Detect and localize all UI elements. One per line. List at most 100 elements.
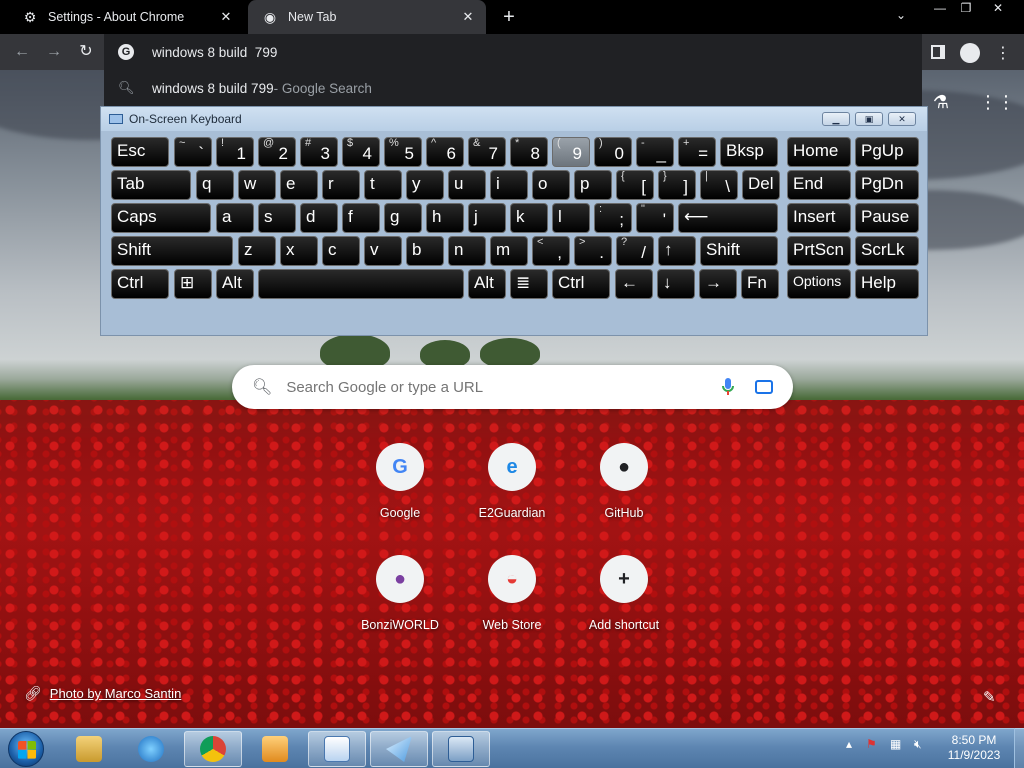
apps-grid-icon[interactable]: ⋮⋮ [979,92,1015,114]
microphone-icon[interactable] [721,378,735,396]
osk-key-w[interactable]: w [238,170,276,200]
osk-key-del[interactable]: Del [742,170,780,200]
osk-key-x[interactable]: x [280,236,318,266]
show-hidden-icons[interactable]: ▴ [846,737,852,751]
profile-avatar[interactable] [960,43,980,63]
osk-key-symbol[interactable]: ← [615,269,653,299]
osk-key-symbol[interactable]: <, [532,236,570,266]
osk-key-symbol[interactable]: → [699,269,737,299]
shortcut-tile[interactable]: e E2Guardian [456,443,568,543]
osk-key-symbol[interactable]: >. [574,236,612,266]
osk-key-symbol[interactable]: ! 1 [216,137,254,167]
osk-key-ctrl[interactable]: Ctrl [552,269,610,299]
taskbar-file-explorer[interactable] [60,731,118,767]
tab-search-chevron-icon[interactable]: ⌄ [896,8,906,22]
osk-key-symbol[interactable]: * 8 [510,137,548,167]
osk-key-g[interactable]: g [384,203,422,233]
osk-key-symbol[interactable]: }] [658,170,696,200]
osk-key-caps[interactable]: Caps [111,203,211,233]
osk-key-esc[interactable]: Esc [111,137,169,167]
action-center-flag-icon[interactable]: ⚑ [866,737,877,751]
close-tab-icon[interactable]: ✕ [218,9,234,25]
shortcut-tile[interactable]: ◒ Web Store [456,555,568,655]
osk-key-scrlk[interactable]: ScrLk [855,236,919,266]
osk-key-home[interactable]: Home [787,137,851,167]
osk-key-symbol[interactable]: #3 [300,137,338,167]
omnibox-suggestion[interactable]: 🔍︎ windows 8 build 799 - Google Search [104,70,922,106]
osk-key-r[interactable]: r [322,170,360,200]
osk-titlebar[interactable]: On-Screen Keyboard [101,107,927,131]
shortcut-tile[interactable]: G Google [344,443,456,543]
reload-button[interactable]: ↻ [76,42,96,62]
close-tab-icon[interactable]: ✕ [460,9,476,25]
osk-key-space[interactable] [258,269,464,299]
osk-key-symbol[interactable]: ≣ [510,269,548,299]
osk-key-symbol[interactable]: ) 0 [594,137,632,167]
osk-key-symbol[interactable]: (9 [552,137,590,167]
osk-key-symbol[interactable]: + = [678,137,716,167]
osk-key-a[interactable]: a [216,203,254,233]
osk-key-symbol[interactable]: ↓ [657,269,695,299]
osk-key-alt[interactable]: Alt [468,269,506,299]
osk-minimize-button[interactable]: ▁ [822,112,850,126]
osk-key-symbol[interactable]: ? / [616,236,654,266]
labs-flask-icon[interactable]: ⚗ [930,92,952,114]
osk-key-symbol[interactable]: % 5 [384,137,422,167]
osk-key-symbol[interactable]: $4 [342,137,380,167]
taskbar-internet-explorer[interactable] [122,731,180,767]
tab-settings-about-chrome[interactable]: ⚙ Settings - About Chrome ✕ [8,0,244,34]
new-tab-button[interactable]: + [498,6,520,28]
taskbar-paper-plane-app[interactable] [370,731,428,767]
menu-kebab-icon[interactable]: ⋮ [994,43,1012,62]
osk-key-y[interactable]: y [406,170,444,200]
osk-key-k[interactable]: k [510,203,548,233]
tab-new-tab[interactable]: ◉ New Tab ✕ [248,0,486,34]
osk-key-o[interactable]: o [532,170,570,200]
customize-pencil-icon[interactable]: ✎ [983,688,996,706]
osk-key-l[interactable]: l [552,203,590,233]
osk-key-q[interactable]: q [196,170,234,200]
side-panel-icon[interactable] [929,43,947,61]
osk-key-alt[interactable]: Alt [216,269,254,299]
osk-key-symbol[interactable]: ~ ` [174,137,212,167]
osk-key-symbol[interactable]: @2 [258,137,296,167]
osk-key-symbol[interactable]: " ' [636,203,674,233]
osk-key-ctrl[interactable]: Ctrl [111,269,169,299]
start-button[interactable] [8,731,44,767]
osk-key-symbol[interactable]: ^ 6 [426,137,464,167]
taskbar-wordpad[interactable] [308,731,366,767]
osk-key-pause[interactable]: Pause [855,203,919,233]
osk-key-n[interactable]: n [448,236,486,266]
taskbar-media-player[interactable] [246,731,304,767]
shortcut-tile[interactable]: ● BonziWORLD [344,555,456,655]
osk-key-m[interactable]: m [490,236,528,266]
address-bar[interactable]: G windows 8 build 799 [104,34,922,70]
close-window-button[interactable]: ✕ [984,0,1012,18]
osk-restore-button[interactable]: ▣ [855,112,883,126]
osk-key-prtscn[interactable]: PrtScn [787,236,851,266]
osk-key-t[interactable]: t [364,170,402,200]
network-icon[interactable]: ▦ [890,737,901,751]
osk-key-h[interactable]: h [426,203,464,233]
osk-key-pgup[interactable]: PgUp [855,137,919,167]
minimize-button[interactable]: — [926,0,954,18]
shortcut-tile[interactable]: ● GitHub [568,443,680,543]
osk-key-i[interactable]: i [490,170,528,200]
osk-key-fn[interactable]: Fn [741,269,779,299]
osk-key-help[interactable]: Help [855,269,919,299]
osk-key-z[interactable]: z [238,236,276,266]
osk-key-end[interactable]: End [787,170,851,200]
search-input[interactable] [286,378,721,396]
osk-key-options[interactable]: Options [787,269,851,299]
osk-key-symbol[interactable]: ⟵ [678,203,778,233]
osk-key-u[interactable]: u [448,170,486,200]
ntp-search-box[interactable]: 🔍︎ [232,365,793,409]
osk-key-shift[interactable]: Shift [700,236,778,266]
osk-key-j[interactable]: j [468,203,506,233]
osk-key-symbol[interactable]: & 7 [468,137,506,167]
osk-key-symbol[interactable]: ↑ [658,236,696,266]
show-desktop-button[interactable] [1014,728,1024,768]
osk-key-e[interactable]: e [280,170,318,200]
restore-button[interactable]: ❐ [952,0,980,18]
osk-key-shift[interactable]: Shift [111,236,233,266]
